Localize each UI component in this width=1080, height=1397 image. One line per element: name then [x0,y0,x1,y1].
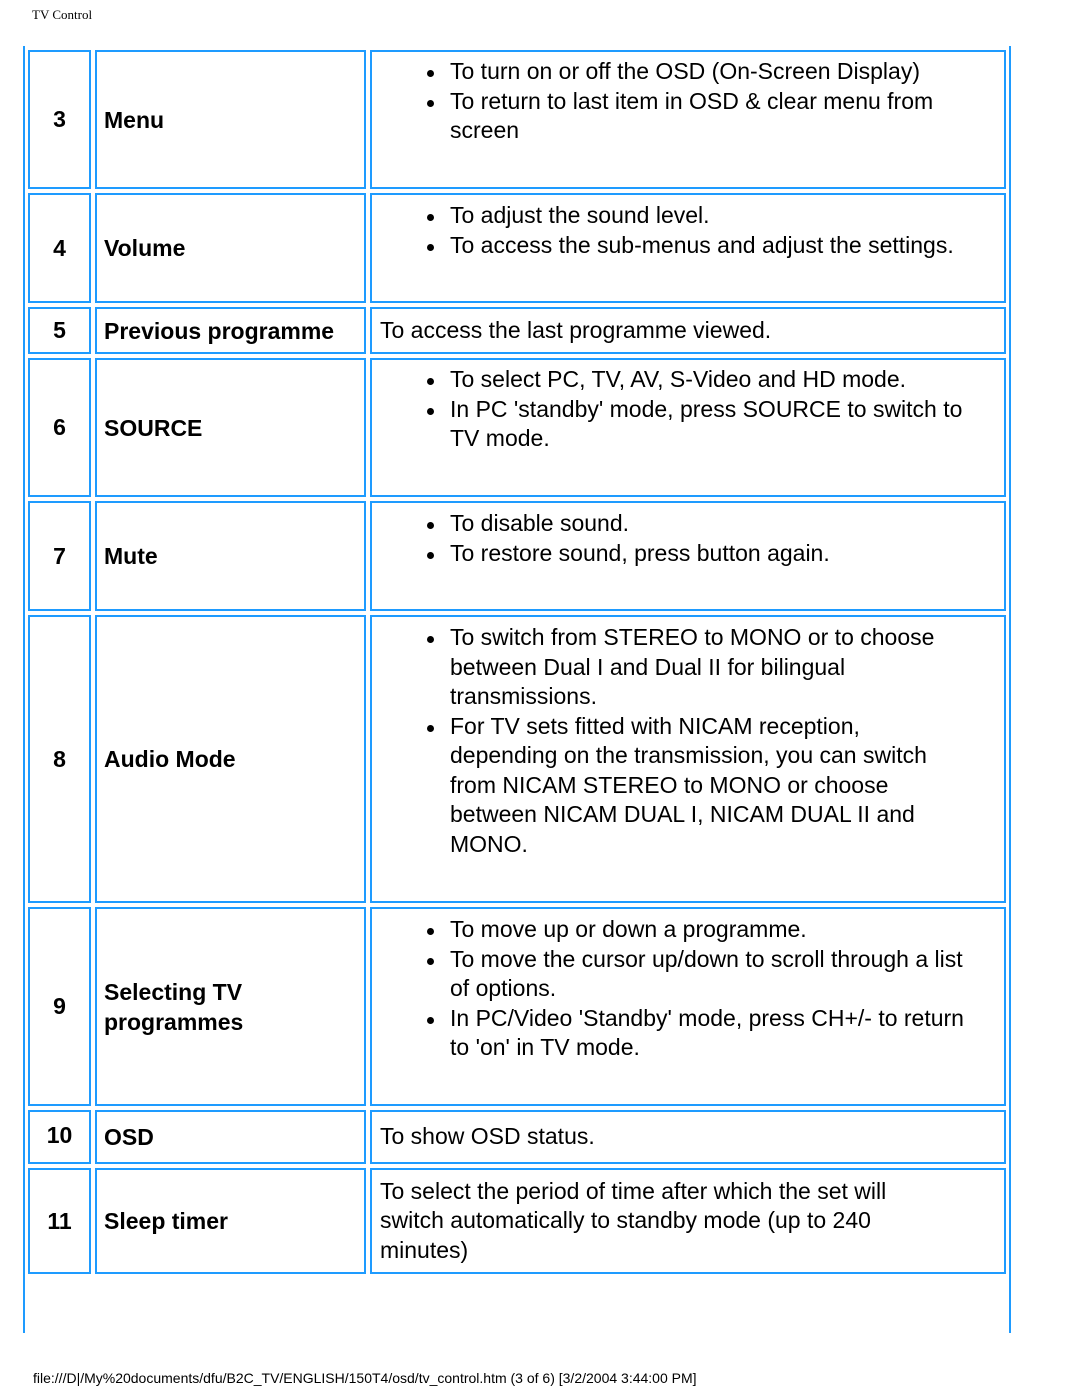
control-description: To select PC, TV, AV, S-Video and HD mod… [370,358,1006,497]
control-name: Sleep timer [95,1168,366,1274]
control-name: Mute [95,501,366,611]
table-row: 9 Selecting TV programmes To move up or … [28,907,1006,1106]
control-name: Selecting TV programmes [95,907,366,1106]
bullet-item: To disable sound. [380,509,830,539]
row-number: 6 [28,358,91,497]
control-description: To turn on or off the OSD (On-Screen Dis… [370,50,1006,189]
table-row: 6 SOURCE To select PC, TV, AV, S-Video a… [28,358,1006,497]
table-row: 7 Mute To disable sound. To restore soun… [28,501,1006,611]
control-name-text: Selecting TV programmes [104,978,244,1035]
bullet-item: To switch from STEREO to MONO or to choo… [380,623,964,712]
bullet-list: To adjust the sound level. To access the… [380,195,954,260]
row-number: 5 [28,307,91,354]
control-description: To switch from STEREO to MONO or to choo… [370,615,1006,903]
outer-table-border-left [23,46,25,1333]
table-row: 11 Sleep timer To select the period of t… [28,1168,1006,1274]
bullet-item: To adjust the sound level. [380,201,954,231]
control-description-text: To select the period of time after which… [380,1177,887,1263]
control-description: To select the period of time after which… [370,1168,1006,1274]
table-row: 4 Volume To adjust the sound level. To a… [28,193,1006,303]
bullet-list: To select PC, TV, AV, S-Video and HD mod… [380,360,994,454]
control-description: To disable sound. To restore sound, pres… [370,501,1006,611]
bullet-item: To access the sub-menus and adjust the s… [380,231,954,261]
row-number: 3 [28,50,91,189]
table-row: 8 Audio Mode To switch from STEREO to MO… [28,615,1006,903]
control-description: To adjust the sound level. To access the… [370,193,1006,303]
bullet-item: To select PC, TV, AV, S-Video and HD mod… [380,365,994,395]
page-footer-url: file:///D|/My%20documents/dfu/B2C_TV/ENG… [33,1370,697,1386]
control-name: Volume [95,193,366,303]
bullet-item: To return to last item in OSD & clear me… [380,87,994,146]
table-row: 5 Previous programme To access the last … [28,307,1006,354]
row-number: 4 [28,193,91,303]
control-description: To show OSD status. [370,1110,1006,1164]
table-row: 3 Menu To turn on or off the OSD (On-Scr… [28,50,1006,189]
control-name: SOURCE [95,358,366,497]
bullet-item: For TV sets fitted with NICAM reception,… [380,712,964,860]
bullet-item: To move up or down a programme. [380,915,974,945]
bullet-list: To turn on or off the OSD (On-Screen Dis… [380,52,994,146]
bullet-item: In PC/Video 'Standby' mode, press CH+/- … [380,1004,974,1063]
control-name: Menu [95,50,366,189]
row-number: 7 [28,501,91,611]
control-name: OSD [95,1110,366,1164]
page-header-title: TV Control [32,7,93,22]
bullet-list: To switch from STEREO to MONO or to choo… [380,617,994,859]
row-number: 8 [28,615,91,903]
bullet-item: In PC 'standby' mode, press SOURCE to sw… [380,395,994,454]
table-row: 10 OSD To show OSD status. [28,1110,1006,1164]
bullet-item: To restore sound, press button again. [380,539,830,569]
bullet-list: To move up or down a programme. To move … [380,909,994,1063]
row-number: 10 [28,1110,91,1164]
control-name: Previous programme [95,307,366,354]
control-description: To access the last programme viewed. [370,307,1006,354]
bullet-item: To turn on or off the OSD (On-Screen Dis… [380,57,994,87]
bullet-list: To disable sound. To restore sound, pres… [380,503,830,568]
control-name: Audio Mode [95,615,366,903]
row-number: 9 [28,907,91,1106]
bullet-item: To move the cursor up/down to scroll thr… [380,945,974,1004]
row-number: 11 [28,1168,91,1274]
control-description: To move up or down a programme. To move … [370,907,1006,1106]
outer-table-border-right [1009,46,1011,1333]
